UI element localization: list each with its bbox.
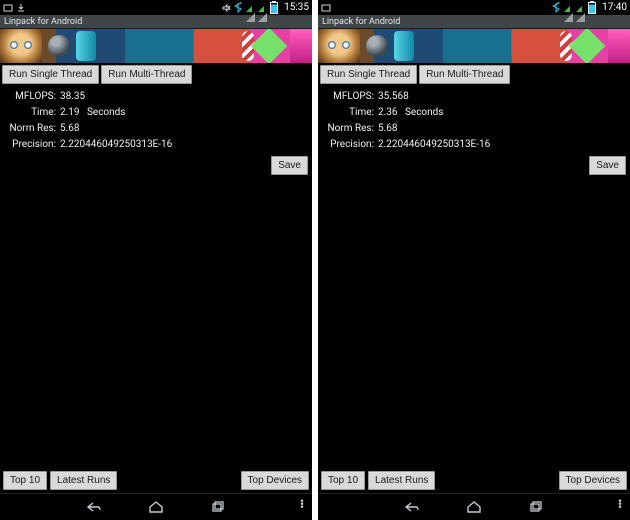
signal-icon-2 xyxy=(575,3,585,13)
time-label: Time: xyxy=(4,106,56,119)
phone-right: 17:40 Linpack for Android Run Single Thr… xyxy=(318,0,630,520)
ad-banner[interactable] xyxy=(318,29,630,63)
bottom-button-bar: Top 10 Latest Runs Top Devices xyxy=(318,468,630,493)
nav-bar: ••• xyxy=(0,493,312,520)
normres-value: 5.68 xyxy=(60,122,80,135)
run-multi-thread-button[interactable]: Run Multi-Thread xyxy=(101,65,192,84)
overflow-menu-icon[interactable]: ••• xyxy=(300,499,304,508)
time-value: 2.19 Seconds xyxy=(60,106,125,119)
top10-button[interactable]: Top 10 xyxy=(321,471,365,490)
status-clock: 17:40 xyxy=(602,2,627,13)
ad-shapes xyxy=(42,29,312,63)
run-single-thread-button[interactable]: Run Single Thread xyxy=(320,65,417,84)
run-single-thread-button[interactable]: Run Single Thread xyxy=(2,65,99,84)
signal-icon-2 xyxy=(257,3,267,13)
ad-character-icon xyxy=(318,29,360,63)
app-title: Linpack for Android xyxy=(4,17,82,27)
time-value: 2.36 Seconds xyxy=(378,106,443,119)
mflops-label: MFLOPS: xyxy=(322,90,374,103)
top-devices-button[interactable]: Top Devices xyxy=(241,471,309,490)
notification-icon xyxy=(321,3,331,13)
normres-label: Norm Res: xyxy=(322,122,374,135)
battery-icon xyxy=(587,3,597,13)
time-label: Time: xyxy=(322,106,374,119)
signal-icon-1 xyxy=(245,3,255,13)
normres-value: 5.68 xyxy=(378,122,398,135)
mflops-label: MFLOPS: xyxy=(4,90,56,103)
precision-label: Precision: xyxy=(322,138,374,151)
run-button-row: Run Single Thread Run Multi-Thread xyxy=(318,63,630,86)
save-button[interactable]: Save xyxy=(589,156,626,175)
latest-runs-button[interactable]: Latest Runs xyxy=(50,471,117,490)
back-icon[interactable] xyxy=(402,499,422,515)
ad-banner[interactable] xyxy=(0,29,312,63)
time-unit: Seconds xyxy=(87,107,126,118)
back-icon[interactable] xyxy=(84,499,104,515)
normres-label: Norm Res: xyxy=(4,122,56,135)
mute-icon xyxy=(221,3,231,13)
signal-icon-1 xyxy=(563,3,573,13)
precision-value: 2.220446049250313E-16 xyxy=(60,138,172,151)
content-blank xyxy=(0,175,312,468)
nav-bar: ••• xyxy=(318,493,630,520)
mflops-value: 38.35 xyxy=(60,90,85,103)
results-panel: MFLOPS: 38.35 Time: 2.19 Seconds Norm Re… xyxy=(0,86,312,154)
status-bar: 15:35 xyxy=(0,0,312,15)
ad-character-icon xyxy=(0,29,42,63)
latest-runs-button[interactable]: Latest Runs xyxy=(368,471,435,490)
home-icon[interactable] xyxy=(146,499,166,515)
bluetooth-icon xyxy=(233,3,243,13)
run-button-row: Run Single Thread Run Multi-Thread xyxy=(0,63,312,86)
phone-left: 15:35 Linpack for Android Run Single Thr… xyxy=(0,0,312,520)
run-multi-thread-button[interactable]: Run Multi-Thread xyxy=(419,65,510,84)
ad-shapes xyxy=(360,29,630,63)
results-panel: MFLOPS: 35.568 Time: 2.36 Seconds Norm R… xyxy=(318,86,630,154)
save-button[interactable]: Save xyxy=(271,156,308,175)
mflops-value: 35.568 xyxy=(378,90,409,103)
time-unit: Seconds xyxy=(405,107,444,118)
bottom-button-bar: Top 10 Latest Runs Top Devices xyxy=(0,468,312,493)
notification-icon xyxy=(3,3,13,13)
content-blank xyxy=(318,175,630,468)
top-devices-button[interactable]: Top Devices xyxy=(559,471,627,490)
status-clock: 15:35 xyxy=(284,2,309,13)
status-bar: 17:40 xyxy=(318,0,630,15)
app-title: Linpack for Android xyxy=(322,17,400,27)
time-number: 2.36 xyxy=(378,107,398,118)
recents-icon[interactable] xyxy=(526,499,546,515)
precision-value: 2.220446049250313E-16 xyxy=(378,138,490,151)
battery-icon xyxy=(269,3,279,13)
bluetooth-icon xyxy=(551,3,561,13)
overflow-menu-icon[interactable]: ••• xyxy=(618,499,622,508)
recents-icon[interactable] xyxy=(208,499,228,515)
time-number: 2.19 xyxy=(60,107,80,118)
precision-label: Precision: xyxy=(4,138,56,151)
home-icon[interactable] xyxy=(464,499,484,515)
download-icon xyxy=(16,3,26,13)
top10-button[interactable]: Top 10 xyxy=(3,471,47,490)
